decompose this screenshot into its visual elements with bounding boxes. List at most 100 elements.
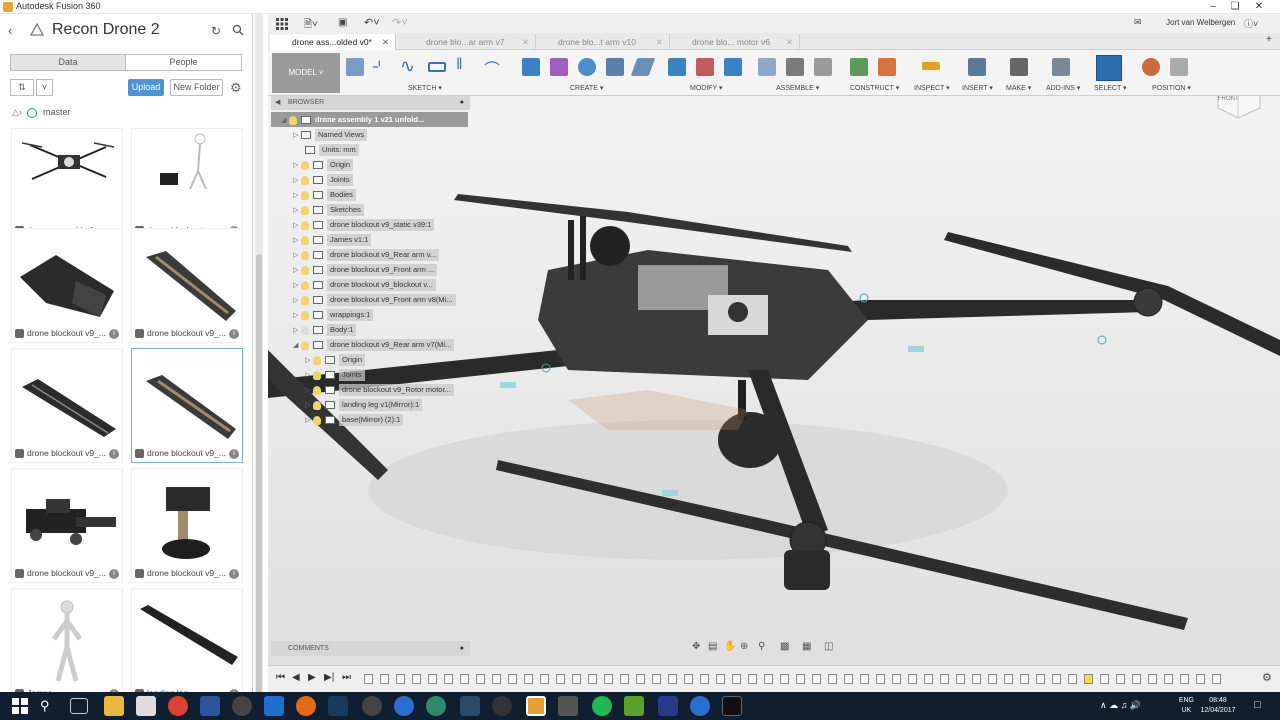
app-icon[interactable] [492, 696, 512, 716]
timeline-feature-icon[interactable] [1084, 674, 1093, 684]
comments-pin-icon[interactable]: ● [460, 641, 464, 656]
info-icon[interactable]: i [229, 329, 239, 339]
file-explorer-icon[interactable] [104, 696, 124, 716]
info-icon[interactable]: i [109, 329, 119, 339]
data-item-drone-blockout[interactable]: drone blockout i [131, 128, 243, 240]
group-construct[interactable]: CONSTRUCT ▾ [850, 84, 899, 92]
timeline-feature-icon[interactable] [924, 674, 933, 684]
expand-icon[interactable]: ▷ [293, 188, 301, 203]
expand-icon[interactable]: ▷ [305, 383, 313, 398]
tree-row-component[interactable]: ▷ drone blockout v9_Rotor motor... [271, 382, 471, 397]
expand-icon[interactable]: ▷ [293, 278, 301, 293]
visibility-bulb-icon[interactable] [301, 340, 309, 350]
visibility-bulb-icon[interactable] [301, 310, 309, 320]
revert-icon[interactable] [1170, 58, 1188, 76]
timeline-feature-icon[interactable] [796, 674, 805, 684]
help-icon[interactable]: ⓘ˅ [1244, 17, 1258, 30]
info-icon[interactable]: i [229, 449, 239, 459]
timeline-feature-icon[interactable] [988, 674, 997, 684]
tree-row-component[interactable]: ▷ James v1:1 [271, 232, 471, 247]
unity-icon[interactable] [362, 696, 382, 716]
viewports-icon[interactable]: ◫ [824, 641, 833, 652]
close-icon[interactable]: ✕ [382, 34, 389, 50]
language-indicator[interactable]: ENG UK [1179, 696, 1194, 716]
info-icon[interactable]: i [229, 569, 239, 579]
expand-icon[interactable]: ▷ [293, 263, 301, 278]
group-sketch[interactable]: SKETCH ▾ [408, 84, 442, 92]
timeline-feature-icon[interactable] [828, 674, 837, 684]
data-item-blockout-2[interactable]: drone blockout v9_... i [131, 228, 243, 343]
timeline-feature-icon[interactable] [556, 674, 565, 684]
visibility-bulb-icon[interactable] [301, 175, 309, 185]
form-icon[interactable] [550, 58, 568, 76]
grid-menu-icon[interactable] [276, 18, 288, 30]
expand-icon[interactable]: ▷ [293, 158, 301, 173]
tree-row-component[interactable]: ▷ wrappings:1 [271, 307, 471, 322]
steam-icon[interactable] [328, 696, 348, 716]
expand-icon[interactable]: ▷ [305, 353, 313, 368]
extrude-icon[interactable] [522, 58, 540, 76]
timeline-feature-icon[interactable] [412, 674, 421, 684]
calculator-icon[interactable] [136, 696, 156, 716]
line-icon[interactable]: ⌏ [372, 56, 387, 77]
timeline-feature-icon[interactable] [876, 674, 885, 684]
visibility-bulb-icon[interactable] [301, 220, 309, 230]
timeline-feature-icon[interactable] [364, 674, 373, 684]
timeline-feature-icon[interactable] [716, 674, 725, 684]
timeline-end-icon[interactable]: ⏭ [342, 672, 351, 683]
zoom-icon[interactable]: ⊕ [740, 641, 748, 652]
origin-icon[interactable] [296, 696, 316, 716]
timeline-feature-icon[interactable] [588, 674, 597, 684]
expand-icon[interactable]: ▷ [305, 398, 313, 413]
timeline-feature-icon[interactable] [1020, 674, 1029, 684]
visibility-bulb-icon[interactable] [313, 415, 321, 425]
visibility-bulb-icon[interactable] [301, 325, 309, 335]
browser-panel-header[interactable]: ◀ BROWSER ● [271, 96, 470, 110]
slot-icon[interactable] [428, 62, 446, 72]
expand-icon[interactable]: ▷ [293, 233, 301, 248]
timeline-feature-icon[interactable] [1212, 674, 1221, 684]
offset-plane-icon[interactable] [850, 58, 868, 76]
close-icon[interactable]: ✕ [786, 34, 793, 50]
spotify-icon[interactable] [592, 696, 612, 716]
timeline-feature-icon[interactable] [1132, 674, 1141, 684]
create-sketch-icon[interactable] [346, 58, 364, 76]
collapse-icon[interactable]: ◢ [281, 113, 289, 128]
visibility-bulb-icon[interactable] [313, 370, 321, 380]
measure-icon[interactable] [922, 62, 940, 70]
group-inspect[interactable]: INSPECT ▾ [914, 84, 950, 92]
data-item-landing-leg[interactable]: landing leg i [131, 588, 243, 703]
timeline-feature-icon[interactable] [524, 674, 533, 684]
visibility-bulb-icon[interactable] [301, 295, 309, 305]
tree-row-sketches[interactable]: ▷ Sketches [271, 202, 471, 217]
settings-gear-icon[interactable]: ⚙ [230, 80, 242, 96]
plane-at-angle-icon[interactable] [878, 58, 896, 76]
timeline-feature-icon[interactable] [652, 674, 661, 684]
app-icon[interactable] [394, 696, 414, 716]
timeline-feature-icon[interactable] [1148, 674, 1157, 684]
close-icon[interactable]: ✕ [1248, 0, 1270, 14]
job-status-icon[interactable]: ✉ [1134, 17, 1142, 28]
timeline-feature-icon[interactable] [396, 674, 405, 684]
upload-button[interactable]: Upload [128, 79, 164, 96]
expand-icon[interactable]: ▷ [293, 293, 301, 308]
visibility-bulb-icon[interactable] [301, 235, 309, 245]
tree-row-component-expanded[interactable]: ◢ drone blockout v9_Rear arm v7(Mi... [271, 337, 471, 352]
timeline-feature-icon[interactable] [428, 674, 437, 684]
timeline-feature-icon[interactable] [572, 674, 581, 684]
visibility-bulb-icon[interactable] [313, 385, 321, 395]
refresh-icon[interactable]: ↻ [211, 24, 221, 38]
new-folder-button[interactable]: New Folder [170, 79, 223, 96]
workspace-switcher[interactable]: MODEL ˅ [272, 53, 340, 93]
timeline-feature-icon[interactable] [1068, 674, 1077, 684]
data-item-blockout-1[interactable]: drone blockout v9_... i [11, 228, 123, 343]
chrome-icon[interactable] [168, 696, 188, 716]
visibility-bulb-icon[interactable] [301, 280, 309, 290]
look-at-icon[interactable]: ▤ [708, 641, 717, 652]
expand-icon[interactable]: ▷ [293, 218, 301, 233]
expand-icon[interactable]: ▷ [305, 413, 313, 428]
visibility-bulb-icon[interactable] [313, 355, 321, 365]
mirror-icon[interactable]: ‖ [456, 56, 463, 74]
timeline-play-icon[interactable]: ▶ [308, 672, 316, 683]
timeline-feature-icon[interactable] [780, 674, 789, 684]
